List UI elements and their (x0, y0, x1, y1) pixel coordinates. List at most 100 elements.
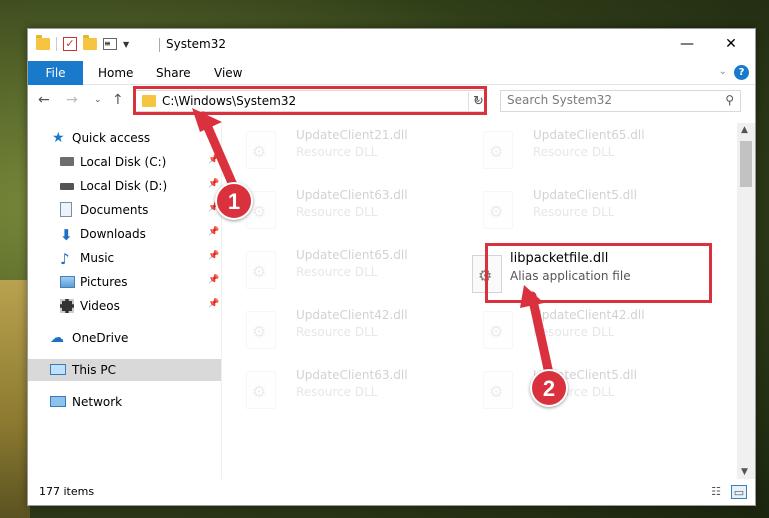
file-type: Resource DLL (296, 145, 378, 159)
file-type: Resource DLL (296, 325, 378, 339)
gear-icon: ⚙ (489, 202, 504, 221)
dll-file-icon: ⚙ (483, 191, 513, 229)
dll-file-icon: ⚙ (246, 251, 276, 289)
computer-icon (50, 364, 66, 375)
sidebar-item-local-disk-d[interactable]: Local Disk (D:) 📌 (28, 175, 221, 197)
pin-icon[interactable]: 📌 (208, 155, 219, 165)
file-name: UpdateClient5.dll (533, 188, 637, 202)
step-badge-1: 1 (215, 182, 253, 220)
download-icon: ⬇ (60, 226, 73, 244)
pictures-icon (60, 276, 75, 288)
sidebar-item-documents[interactable]: Documents 📌 (28, 199, 221, 221)
pane-divider[interactable] (221, 123, 222, 479)
sidebar-item-label: OneDrive (72, 331, 129, 345)
file-explorer-window: ✓ ≡ ▼ System32 — ✕ File Home Share View … (27, 28, 756, 506)
tab-view[interactable]: View (202, 61, 254, 85)
help-icon[interactable]: ? (734, 65, 749, 80)
list-item[interactable]: ⚙ UpdateClient42.dll Resource DLL (461, 303, 691, 359)
sidebar-item-this-pc[interactable]: This PC (28, 359, 221, 381)
pin-icon[interactable]: 📌 (208, 179, 219, 189)
list-item[interactable]: ⚙ UpdateClient65.dll Resource DLL (224, 243, 454, 299)
tab-share[interactable]: Share (144, 61, 203, 85)
sidebar-item-network[interactable]: Network (28, 391, 221, 413)
list-item[interactable]: ⚙ UpdateClient63.dll Resource DLL (224, 363, 454, 419)
folder-icon[interactable] (36, 35, 50, 50)
gear-icon: ⚙ (489, 322, 504, 341)
expand-ribbon-icon[interactable]: ⌄ (719, 66, 727, 77)
tab-file[interactable]: File (28, 61, 83, 85)
gear-icon: ⚙ (489, 142, 504, 161)
search-icon[interactable]: ⚲ (725, 93, 734, 107)
address-highlight-box (133, 86, 487, 115)
videos-icon (60, 299, 74, 313)
file-name: UpdateClient42.dll (296, 308, 408, 322)
list-item[interactable]: ⚙ UpdateClient21.dll Resource DLL (224, 123, 454, 179)
sidebar-item-label: Videos (80, 299, 120, 313)
star-icon: ★ (52, 130, 65, 146)
sidebar-item-quick-access[interactable]: ★ Quick access (28, 127, 221, 149)
sidebar-item-pictures[interactable]: Pictures 📌 (28, 271, 221, 293)
customize-toolbar-icon[interactable]: ≡ (103, 38, 117, 50)
new-folder-icon[interactable] (83, 35, 97, 50)
sidebar-item-downloads[interactable]: ⬇ Downloads 📌 (28, 223, 221, 245)
recent-locations-icon[interactable]: ⌄ (94, 95, 102, 105)
up-arrow-icon[interactable]: ↑ (112, 92, 124, 108)
vertical-scrollbar[interactable]: ▲ ▼ (737, 123, 755, 479)
sidebar-item-onedrive[interactable]: ☁ OneDrive (28, 327, 221, 349)
pin-icon[interactable]: 📌 (208, 275, 219, 285)
search-input[interactable] (507, 93, 707, 107)
list-item[interactable]: ⚙ UpdateClient42.dll Resource DLL (224, 303, 454, 359)
scroll-down-icon[interactable]: ▼ (741, 467, 748, 477)
step-badge-2: 2 (530, 369, 568, 407)
list-item[interactable]: ⚙ UpdateClient63.dll Resource DLL (224, 183, 454, 239)
sidebar-item-label: Local Disk (D:) (80, 179, 168, 193)
close-button[interactable]: ✕ (708, 29, 754, 59)
sidebar-item-videos[interactable]: Videos 📌 (28, 295, 221, 317)
sidebar-item-label: Quick access (72, 131, 151, 145)
list-item[interactable]: ⚙ UpdateClient5.dll Resource DLL (461, 363, 691, 419)
list-item[interactable]: ⚙ UpdateClient5.dll Resource DLL (461, 183, 691, 239)
sidebar-item-label: Local Disk (C:) (80, 155, 167, 169)
music-icon: ♪ (60, 250, 70, 268)
window-title: System32 (166, 37, 227, 51)
drive-icon (60, 183, 74, 190)
pin-icon[interactable]: 📌 (208, 251, 219, 261)
file-type: Resource DLL (296, 205, 378, 219)
file-highlight-box (485, 243, 712, 303)
title-bar: ✓ ≡ ▼ System32 — ✕ (28, 29, 755, 61)
gear-icon: ⚙ (252, 322, 267, 341)
details-view-icon[interactable]: ☷ (708, 485, 724, 499)
file-name: UpdateClient21.dll (296, 128, 408, 142)
gear-icon: ⚙ (252, 262, 267, 281)
sidebar-item-music[interactable]: ♪ Music 📌 (28, 247, 221, 269)
title-divider (159, 38, 160, 52)
documents-icon (60, 202, 72, 217)
toolbar-dropdown-icon[interactable]: ▼ (123, 40, 129, 49)
file-name: UpdateClient65.dll (296, 248, 408, 262)
search-box[interactable]: ⚲ (500, 90, 741, 112)
sidebar-item-local-disk-c[interactable]: Local Disk (C:) 📌 (28, 151, 221, 173)
properties-check-icon[interactable]: ✓ (63, 37, 77, 51)
sidebar-item-label: Documents (80, 203, 149, 217)
dll-file-icon: ⚙ (246, 311, 276, 349)
refresh-icon[interactable]: ↻ (468, 92, 488, 112)
navigation-bar: ← → ⌄ ↑ C:\Windows\System32 ⌄ ↻ ⚲ (28, 85, 755, 117)
pin-icon[interactable]: 📌 (208, 227, 219, 237)
list-item[interactable]: ⚙ UpdateClient65.dll Resource DLL (461, 123, 691, 179)
forward-arrow-icon[interactable]: → (66, 92, 78, 108)
file-type: Resource DLL (296, 385, 378, 399)
scroll-thumb[interactable] (740, 141, 752, 187)
scroll-up-icon[interactable]: ▲ (741, 125, 748, 135)
gear-icon: ⚙ (252, 142, 267, 161)
file-name: UpdateClient65.dll (533, 128, 645, 142)
dll-file-icon: ⚙ (246, 131, 276, 169)
file-name: UpdateClient63.dll (296, 368, 408, 382)
status-bar: 177 items ☷ ▭ (28, 479, 755, 505)
tab-home[interactable]: Home (86, 61, 145, 85)
sidebar-item-label: Pictures (80, 275, 128, 289)
back-arrow-icon[interactable]: ← (38, 92, 50, 108)
pin-icon[interactable]: 📌 (208, 299, 219, 309)
tiles-view-icon[interactable]: ▭ (731, 485, 747, 499)
ribbon: File Home Share View ⌄ ? (28, 61, 755, 85)
dll-file-icon: ⚙ (246, 371, 276, 409)
